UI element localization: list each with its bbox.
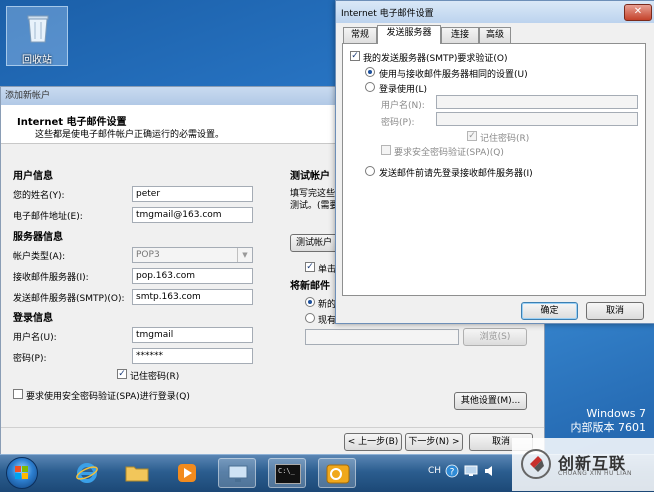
same-settings-label: 使用与接收邮件服务器相同的设置(U) [379, 70, 528, 80]
wizard-footer-divider [1, 427, 544, 428]
test-desc-line2: 测试。(需要 [290, 201, 339, 211]
windows-version-watermark: Windows 7 内部版本 7601 [571, 407, 647, 435]
password-input[interactable]: ****** [132, 348, 253, 364]
spa-checkbox[interactable] [13, 389, 23, 399]
username-input[interactable]: tmgmail [132, 327, 253, 343]
internet-explorer-icon [76, 463, 98, 483]
tab-general[interactable]: 常规 [343, 27, 377, 43]
network-monitor-icon [228, 465, 248, 482]
dialog-remember-password-label: 记住密码(R) [480, 134, 530, 144]
close-icon[interactable]: ✕ [624, 4, 652, 21]
remember-password-checkbox[interactable]: ✓ [117, 369, 127, 379]
taskbar-explorer[interactable] [118, 458, 156, 488]
test-account-button[interactable]: 测试帐户 [290, 234, 338, 252]
wizard-header-subtitle: 这些都是使电子邮件帐户正确运行的必需设置。 [35, 130, 225, 140]
taskbar-network[interactable] [218, 458, 256, 488]
next-button[interactable]: 下一步(N) > [405, 433, 463, 451]
smtp-auth-checkbox[interactable]: ✓ [350, 51, 360, 61]
login-pop-first-radio[interactable] [365, 166, 375, 176]
more-settings-button[interactable]: 其他设置(M)... [454, 392, 527, 410]
existing-datafile-radio[interactable] [305, 313, 315, 323]
incoming-server-input[interactable]: pop.163.com [132, 268, 253, 284]
outgoing-server-label: 发送邮件服务器(SMTP)(O): [13, 294, 125, 304]
recycle-bin-icon [27, 15, 49, 43]
name-input[interactable]: peter [132, 186, 253, 202]
email-label: 电子邮件地址(E): [13, 212, 83, 222]
existing-datafile-label: 现有 [318, 316, 337, 326]
taskbar-outlook[interactable] [318, 458, 356, 488]
login-using-label: 登录使用(L) [379, 85, 428, 95]
existing-datafile-path-input [305, 329, 459, 345]
windows-logo-icon [15, 466, 28, 479]
outgoing-server-input[interactable]: smtp.163.com [132, 289, 253, 305]
taskbar-media-player[interactable] [168, 458, 206, 488]
brand-watermark: 创新互联 CHUANG XIN HU LIAN [512, 438, 654, 491]
dialog-spa-checkbox [381, 145, 391, 155]
media-player-icon [178, 464, 196, 482]
new-datafile-radio[interactable] [305, 297, 315, 307]
svg-text:?: ? [450, 468, 455, 478]
single-click-checkbox[interactable]: ✓ [305, 262, 315, 272]
dropdown-arrow-icon: ▼ [237, 248, 252, 262]
test-account-heading: 测试帐户 [290, 171, 330, 182]
username-label: 用户名(U): [13, 333, 57, 343]
single-click-label: 单击 [318, 265, 337, 275]
login-using-radio[interactable] [365, 82, 375, 92]
remember-password-label: 记住密码(R) [130, 372, 180, 382]
dialog-ok-button[interactable]: 确定 [521, 302, 578, 320]
os-name: Windows 7 [586, 407, 646, 420]
user-info-heading: 用户信息 [13, 171, 53, 182]
back-button[interactable]: < 上一步(B) [344, 433, 402, 451]
dialog-title-bar[interactable]: Internet 电子邮件设置 ✕ [336, 1, 654, 23]
account-type-select: POP3 ▼ [132, 247, 253, 263]
wizard-header-title: Internet 电子邮件设置 [17, 117, 127, 128]
folder-icon [125, 466, 149, 482]
dialog-password-label: 密码(P): [381, 118, 415, 128]
internet-email-settings-dialog: Internet 电子邮件设置 ✕ 常规 发送服务器 连接 高级 ✓ 我的发送服… [335, 0, 654, 324]
build-text: 内部版本 7601 [570, 421, 647, 434]
recycle-bin-desktop-icon[interactable]: 回收站 [6, 6, 68, 66]
dialog-cancel-button[interactable]: 取消 [586, 302, 644, 320]
outlook-icon [326, 464, 350, 484]
dialog-remember-password-checkbox: ✓ [467, 131, 477, 141]
recycle-bin-label: 回收站 [22, 55, 52, 66]
help-icon[interactable]: ? [445, 464, 459, 478]
account-type-value: POP3 [136, 250, 160, 260]
browse-button: 浏览(S) [463, 328, 527, 346]
spa-label: 要求使用安全密码验证(SPA)进行登录(Q) [26, 392, 190, 402]
dialog-username-label: 用户名(N): [381, 101, 425, 111]
name-label: 您的姓名(Y): [13, 191, 65, 201]
dialog-title: Internet 电子邮件设置 [341, 9, 434, 19]
network-tray-icon[interactable] [464, 464, 478, 478]
dialog-password-input [436, 112, 638, 126]
taskbar-cmd[interactable]: C:\_ [268, 458, 306, 488]
incoming-server-label: 接收邮件服务器(I): [13, 273, 89, 283]
brand-logo-icon [521, 449, 551, 479]
login-pop-first-label: 发送邮件前请先登录接收邮件服务器(I) [379, 169, 533, 179]
input-language-indicator[interactable]: CH [428, 466, 441, 476]
tab-advanced[interactable]: 高级 [479, 27, 511, 43]
server-info-heading: 服务器信息 [13, 232, 63, 243]
brand-subtitle: CHUANG XIN HU LIAN [558, 470, 633, 477]
same-settings-radio[interactable] [365, 67, 375, 77]
email-input[interactable]: tmgmail@163.com [132, 207, 253, 223]
volume-icon[interactable] [483, 464, 497, 478]
new-datafile-label: 新的 [318, 300, 337, 310]
password-label: 密码(P): [13, 354, 47, 364]
dialog-spa-label: 要求安全密码验证(SPA)(Q) [394, 148, 504, 158]
taskbar-ie[interactable] [68, 458, 106, 488]
smtp-auth-label: 我的发送服务器(SMTP)要求验证(O) [363, 54, 508, 64]
tab-outgoing-server[interactable]: 发送服务器 [377, 25, 441, 44]
dialog-username-input [436, 95, 638, 109]
account-type-label: 帐户类型(A): [13, 252, 66, 262]
tab-connection[interactable]: 连接 [441, 27, 479, 43]
deliver-heading: 将新邮件 [290, 281, 330, 292]
command-prompt-icon: C:\_ [275, 464, 301, 484]
outgoing-server-panel: ✓ 我的发送服务器(SMTP)要求验证(O) 使用与接收邮件服务器相同的设置(U… [342, 43, 646, 296]
login-info-heading: 登录信息 [13, 313, 53, 324]
start-button[interactable] [6, 457, 38, 489]
